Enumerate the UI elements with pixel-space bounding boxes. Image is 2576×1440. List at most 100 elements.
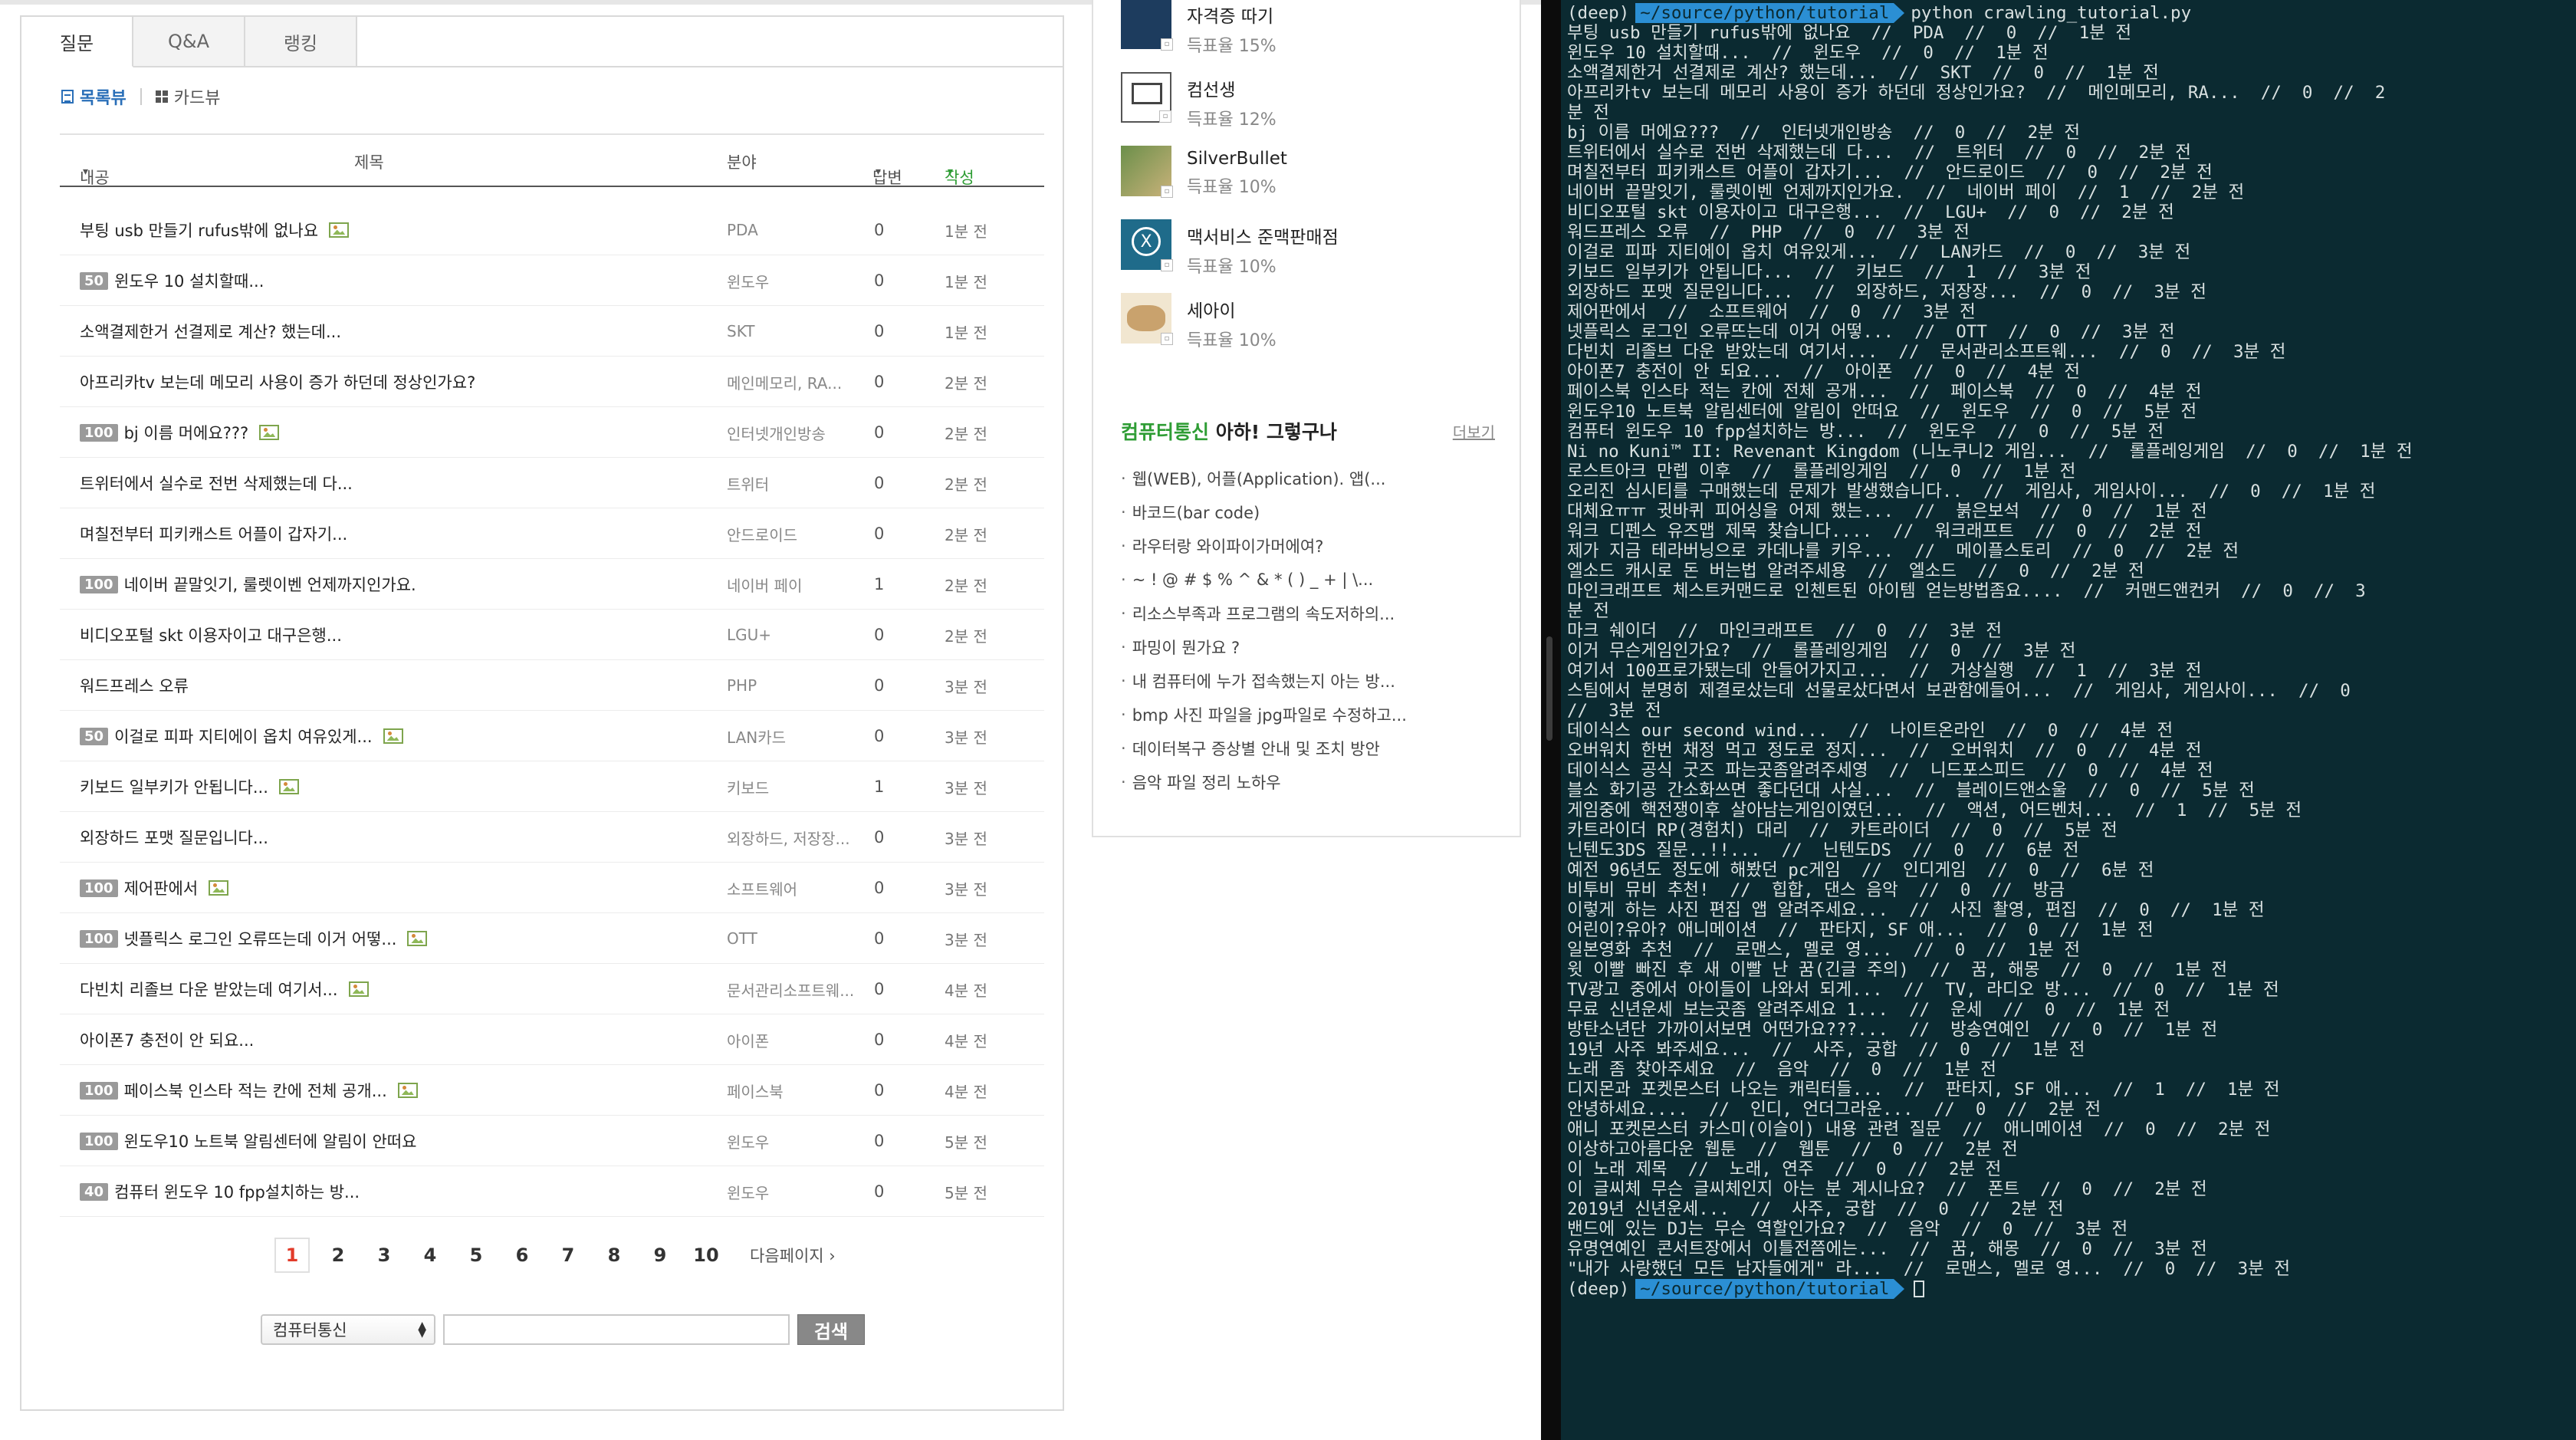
question-title-cell[interactable]: 40 컴퓨터 윈도우 10 fpp설치하는 방...	[80, 1166, 360, 1217]
question-title[interactable]: 아프리카tv 보는데 메모리 사용이 증가 하던데 정상인가요?	[80, 370, 475, 393]
page-9[interactable]: 9	[642, 1238, 678, 1273]
ranking-name[interactable]: 맥서비스 준맥판매점	[1187, 222, 1339, 248]
question-title-cell[interactable]: 소액결제한거 선결제로 계산? 했는데...	[80, 306, 341, 357]
aha-list-item[interactable]: 음악 파일 정리 노하우	[1121, 765, 1407, 799]
question-title-cell[interactable]: 트위터에서 실수로 전번 삭제했는데 다...	[80, 458, 353, 508]
aha-list-item[interactable]: 웹(WEB), 어플(Application). 앱(...	[1121, 462, 1407, 495]
list-view-toggle[interactable]: 목록뷰	[61, 84, 127, 109]
aha-list-item[interactable]: 리소스부족과 프로그램의 속도저하의...	[1121, 597, 1407, 630]
question-field[interactable]: 문서관리소프트웨...	[727, 964, 854, 1014]
aha-list-item[interactable]: 데이터복구 증상별 안내 및 조치 방안	[1121, 732, 1407, 765]
ranking-item[interactable]: ▫ 컴선생 득표율 12%	[1121, 72, 1276, 130]
question-field[interactable]: 소프트웨어	[727, 863, 797, 913]
page-2[interactable]: 2	[320, 1238, 356, 1273]
question-title[interactable]: 키보드 일부키가 안됩니다...	[80, 775, 268, 798]
question-title[interactable]: 비디오포털 skt 이용자이고 대구은행...	[80, 623, 342, 646]
question-title-cell[interactable]: 부팅 usb 만들기 rufus밖에 없나요	[80, 205, 350, 255]
aha-list-item[interactable]: 바코드(bar code)	[1121, 495, 1407, 529]
ranking-item[interactable]: ▫ 자격증 따기 득표율 15%	[1121, 0, 1276, 57]
terminal-window[interactable]: (deep) ~/source/python/tutorial python c…	[1561, 0, 2576, 1440]
question-field[interactable]: 윈도우	[727, 1166, 769, 1217]
question-title[interactable]: 네이버 끝말잇기, 룰렛이벤 언제까지인가요.	[124, 573, 416, 596]
question-title[interactable]: 윈도우10 노트북 알림센터에 알림이 안떠요	[124, 1129, 417, 1152]
question-title[interactable]: bj 이름 머에요???	[124, 421, 249, 444]
search-button[interactable]: 검색	[797, 1314, 865, 1345]
question-title-cell[interactable]: 100 페이스북 인스타 적는 칸에 전체 공개...	[80, 1065, 418, 1116]
ranking-item[interactable]: X ▫ 맥서비스 준맥판매점 득표율 10%	[1121, 219, 1339, 278]
question-field[interactable]: 페이스북	[727, 1065, 784, 1116]
question-title[interactable]: 트위터에서 실수로 전번 삭제했는데 다...	[80, 472, 353, 495]
page-8[interactable]: 8	[596, 1238, 632, 1273]
tab-ranking[interactable]: 랭킹	[245, 17, 357, 67]
aha-list-item[interactable]: 라우터랑 와이파이가머에여?	[1121, 529, 1407, 563]
question-title-cell[interactable]: 아이폰7 충전이 안 되요...	[80, 1014, 254, 1065]
question-field[interactable]: 인터넷개인방송	[727, 407, 826, 458]
page-3[interactable]: 3	[366, 1238, 402, 1273]
pane-resize-handle[interactable]	[1546, 636, 1552, 741]
question-title-cell[interactable]: 아프리카tv 보는데 메모리 사용이 증가 하던데 정상인가요?	[80, 357, 475, 407]
question-title-cell[interactable]: 외장하드 포맷 질문입니다...	[80, 812, 268, 863]
next-page-link[interactable]: 다음페이지 ›	[750, 1244, 836, 1267]
aha-list-item[interactable]: 내 컴퓨터에 누가 접속했는지 아는 방...	[1121, 664, 1407, 698]
question-field[interactable]: 트위터	[727, 458, 769, 508]
page-1[interactable]: 1	[274, 1238, 310, 1273]
page-4[interactable]: 4	[412, 1238, 448, 1273]
question-title-cell[interactable]: 100 윈도우10 노트북 알림센터에 알림이 안떠요	[80, 1116, 416, 1166]
ranking-name[interactable]: 컴선생	[1187, 75, 1276, 101]
question-title[interactable]: 외장하드 포맷 질문입니다...	[80, 826, 268, 849]
page-7[interactable]: 7	[550, 1238, 586, 1273]
question-title[interactable]: 윈도우 10 설치할때...	[114, 269, 264, 292]
question-title-cell[interactable]: 워드프레스 오류	[80, 660, 189, 711]
question-title-cell[interactable]: 며칠전부터 피키캐스트 어플이 갑자기...	[80, 508, 347, 559]
question-field[interactable]: 키보드	[727, 761, 769, 812]
category-select[interactable]: 컴퓨터통신 ▲ ▼	[261, 1314, 435, 1345]
question-title[interactable]: 소액결제한거 선결제로 계산? 했는데...	[80, 320, 341, 343]
tab-questions[interactable]: 질문	[21, 17, 133, 67]
question-title[interactable]: 페이스북 인스타 적는 칸에 전체 공개...	[124, 1079, 387, 1102]
ranking-name[interactable]: SilverBullet	[1187, 149, 1287, 169]
question-field[interactable]: LAN카드	[727, 711, 786, 761]
question-title[interactable]: 부팅 usb 만들기 rufus밖에 없나요	[80, 219, 318, 242]
ranking-name[interactable]: 자격증 따기	[1187, 2, 1276, 28]
question-field[interactable]: PHP	[727, 660, 757, 711]
question-field[interactable]: 윈도우	[727, 255, 769, 306]
ranking-item[interactable]: ▫ SilverBullet 득표율 10%	[1121, 146, 1287, 198]
aha-list-item[interactable]: 파밍이 뭔가요 ?	[1121, 630, 1407, 664]
page-10[interactable]: 10	[688, 1238, 724, 1273]
question-title-cell[interactable]: 100 네이버 끝말잇기, 룰렛이벤 언제까지인가요.	[80, 559, 416, 610]
search-input[interactable]	[443, 1314, 790, 1345]
tab-qna[interactable]: Q&A	[133, 17, 245, 67]
question-field[interactable]: 네이버 페이	[727, 559, 802, 610]
question-title[interactable]: 넷플릭스 로그인 오류뜨는데 이거 어떻...	[124, 927, 397, 950]
page-5[interactable]: 5	[458, 1238, 494, 1273]
question-title[interactable]: 컴퓨터 윈도우 10 fpp설치하는 방...	[114, 1180, 360, 1203]
aha-list-item[interactable]: ~ ! @ # $ % ^ & * ( ) _ + | \...	[1121, 563, 1407, 597]
question-title[interactable]: 며칠전부터 피키캐스트 어플이 갑자기...	[80, 522, 347, 545]
page-6[interactable]: 6	[504, 1238, 540, 1273]
question-field[interactable]: 아이폰	[727, 1014, 769, 1065]
question-title[interactable]: 이걸로 피파 지티에이 옵치 여유있게...	[114, 725, 373, 748]
card-view-toggle[interactable]: 카드뷰	[155, 84, 220, 109]
question-title[interactable]: 워드프레스 오류	[80, 674, 189, 697]
question-field[interactable]: 윈도우	[727, 1116, 769, 1166]
question-title-cell[interactable]: 키보드 일부키가 안됩니다...	[80, 761, 299, 812]
question-title-cell[interactable]: 다빈치 리졸브 다운 받았는데 여기서...	[80, 964, 369, 1014]
question-title[interactable]: 아이폰7 충전이 안 되요...	[80, 1028, 254, 1051]
question-title-cell[interactable]: 100 제어판에서	[80, 863, 229, 913]
ranking-item[interactable]: ▫ 세아이 득표율 10%	[1121, 293, 1276, 351]
question-field[interactable]: PDA	[727, 205, 758, 255]
question-title[interactable]: 제어판에서	[124, 876, 199, 899]
question-field[interactable]: LGU+	[727, 610, 771, 660]
question-title-cell[interactable]: 50 이걸로 피파 지티에이 옵치 여유있게...	[80, 711, 403, 761]
question-field[interactable]: SKT	[727, 306, 754, 357]
more-link[interactable]: 더보기	[1453, 420, 1495, 442]
question-title-cell[interactable]: 비디오포털 skt 이용자이고 대구은행...	[80, 610, 342, 660]
aha-list-item[interactable]: bmp 사진 파일을 jpg파일로 수정하고...	[1121, 698, 1407, 732]
question-field[interactable]: 메인메모리, RA...	[727, 357, 842, 407]
question-title[interactable]: 다빈치 리졸브 다운 받았는데 여기서...	[80, 978, 338, 1001]
question-title-cell[interactable]: 50 윈도우 10 설치할때...	[80, 255, 264, 306]
question-field[interactable]: 외장하드, 저장장...	[727, 812, 850, 863]
ranking-name[interactable]: 세아이	[1187, 296, 1276, 322]
question-field[interactable]: 안드로이드	[727, 508, 797, 559]
question-field[interactable]: OTT	[727, 913, 757, 964]
